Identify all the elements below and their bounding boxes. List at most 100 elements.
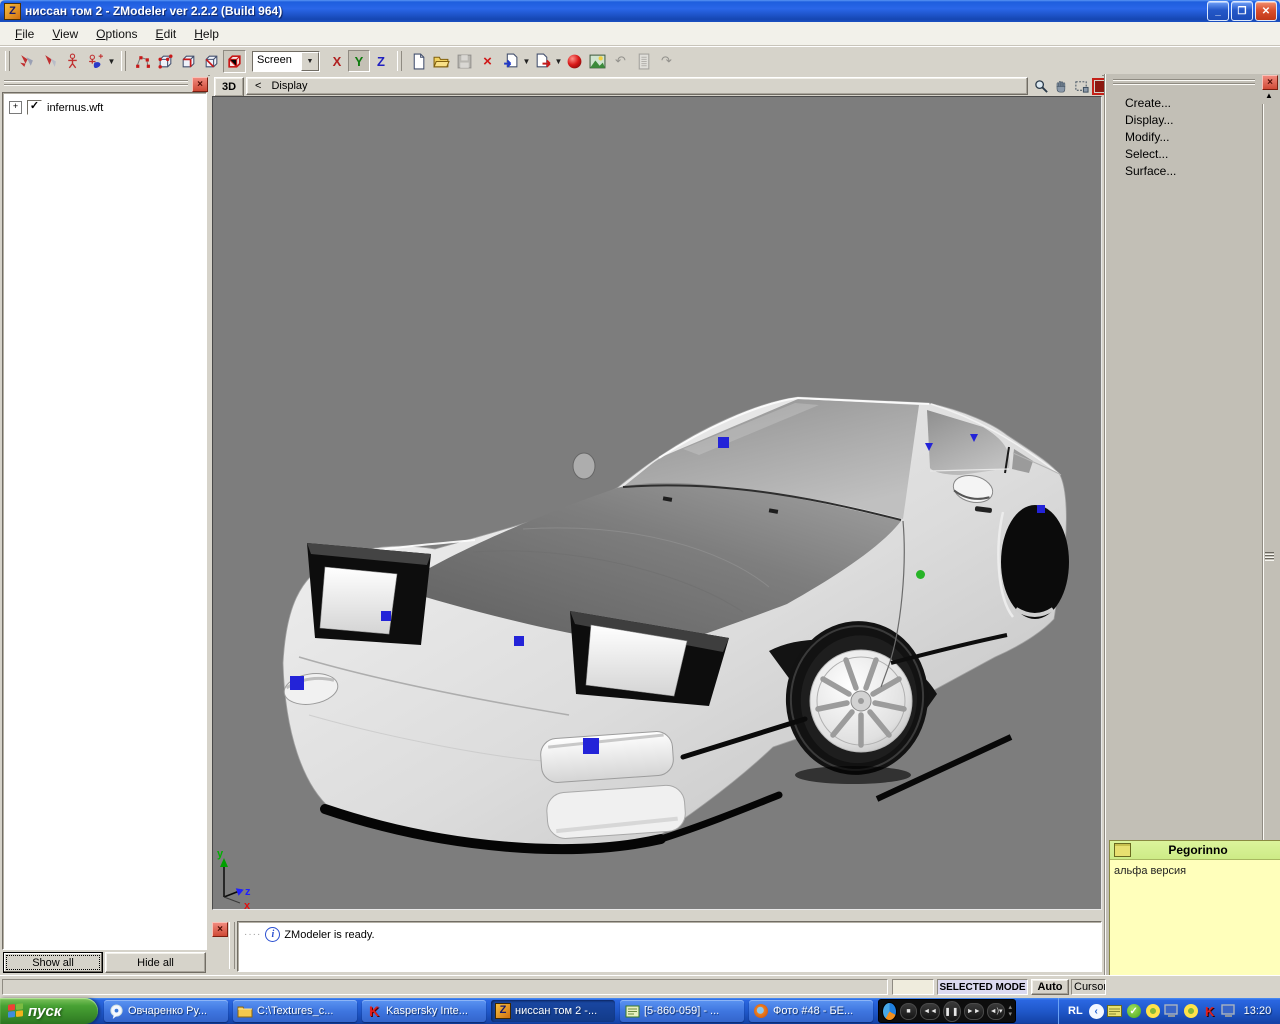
menu-file[interactable]: File <box>6 24 43 44</box>
zoom-region-tool-button[interactable] <box>1072 78 1091 95</box>
import-dropdown-caret[interactable]: ▼ <box>522 57 531 66</box>
scene-selection-marker[interactable] <box>381 611 391 621</box>
close-panel-button[interactable]: × <box>192 77 208 92</box>
panel-drag-grip[interactable] <box>4 80 188 82</box>
screen-selector-combobox[interactable]: Screen ▼ <box>252 50 320 72</box>
cube-polygons-button[interactable] <box>200 50 223 73</box>
toolbar-grip[interactable] <box>121 51 126 71</box>
flower-smiley-icon[interactable] <box>1183 1003 1199 1019</box>
menu-options[interactable]: Options <box>87 24 146 44</box>
viewport-3d-canvas[interactable]: y z x <box>212 96 1102 912</box>
scene-selection-marker[interactable] <box>514 636 524 646</box>
scene-selection-marker[interactable] <box>290 676 304 690</box>
stop-button[interactable]: ■ <box>899 1002 918 1020</box>
restore-button[interactable]: ❐ <box>1231 1 1253 21</box>
axis-y-button[interactable]: Y <box>348 50 370 72</box>
pause-button[interactable]: ❚❚ <box>943 1000 961 1022</box>
select-dropdown-caret[interactable]: ▼ <box>107 57 116 66</box>
deskband-spinner-icon[interactable]: ▴ ▾ <box>1008 1004 1012 1018</box>
taskbar-task-explorer[interactable]: C:\Textures_c... <box>233 1000 357 1022</box>
scene-marker-green-dot[interactable] <box>915 569 925 579</box>
scrollbar-thumb-grip[interactable] <box>1265 552 1274 561</box>
taskbar-task-messenger[interactable]: Овчаренко Ру... <box>104 1000 228 1022</box>
network-computer-icon[interactable] <box>1164 1003 1180 1019</box>
scene-tree[interactable]: + ✓ infernus.wft <box>2 92 207 950</box>
delete-button[interactable]: × <box>476 50 499 73</box>
start-button[interactable]: пуск <box>0 998 98 1024</box>
tray-chevron-icon[interactable]: ‹ <box>1088 1003 1104 1019</box>
previous-button[interactable]: ◄◄ <box>920 1002 941 1020</box>
close-panel-button[interactable]: × <box>1262 75 1278 90</box>
toolbar-grip[interactable] <box>397 51 402 71</box>
scene-selection-marker[interactable] <box>583 738 599 754</box>
menu-item-modify[interactable]: Modify... <box>1111 128 1259 145</box>
scene-selection-marker[interactable] <box>1037 505 1045 513</box>
viewport-display-menu[interactable]: Display <box>271 80 307 92</box>
menu-item-display[interactable]: Display... <box>1111 111 1259 128</box>
title-bar[interactable]: Z ниссан том 2 - ZModeler ver 2.2.2 (Bui… <box>0 0 1280 22</box>
pan-tool-button[interactable] <box>1052 78 1071 95</box>
close-button[interactable]: ✕ <box>1255 1 1277 21</box>
taskbar-task-firefox[interactable]: Фото #48 - БЕ... <box>749 1000 873 1022</box>
open-file-button[interactable] <box>430 50 453 73</box>
tree-visibility-checkbox[interactable]: ✓ <box>27 100 42 115</box>
bones-mode-button[interactable] <box>61 50 84 73</box>
multi-select-arrows-button[interactable] <box>15 50 38 73</box>
tray-clock[interactable]: 13:20 <box>1244 1005 1272 1017</box>
taskbar-task-kaspersky[interactable]: K Kaspersky Inte... <box>362 1000 486 1022</box>
close-message-panel-button[interactable]: × <box>212 922 228 937</box>
shield-check-icon[interactable]: ✓ <box>1126 1003 1142 1019</box>
next-button[interactable]: ►► <box>963 1002 984 1020</box>
toolbar-grip[interactable] <box>5 51 10 71</box>
material-editor-button[interactable] <box>563 50 586 73</box>
import-button[interactable] <box>499 50 522 73</box>
viewport-back-arrow[interactable]: < <box>255 80 261 92</box>
scene-selection-marker[interactable] <box>970 434 978 442</box>
viewport-mode-button[interactable]: 3D <box>214 77 244 97</box>
tree-row-infernus[interactable]: + ✓ infernus.wft <box>3 93 206 115</box>
cube-objects-button[interactable] <box>223 49 246 73</box>
menu-view[interactable]: View <box>43 24 87 44</box>
vertices-mode-button[interactable] <box>131 50 154 73</box>
taskbar-task-cardfile[interactable]: [5-860-059] - ... <box>620 1000 744 1022</box>
hide-all-button[interactable]: Hide all <box>105 952 206 973</box>
cursor-mode-button[interactable]: Cursor <box>1071 979 1106 995</box>
cube-vertices-button[interactable] <box>154 50 177 73</box>
zoom-tool-button[interactable] <box>1032 78 1051 95</box>
show-all-button[interactable]: Show all <box>3 952 103 973</box>
panel-scrollbar[interactable] <box>1262 104 1276 840</box>
minimize-button[interactable]: _ <box>1207 1 1229 21</box>
single-select-arrow-button[interactable] <box>38 50 61 73</box>
menu-help[interactable]: Help <box>185 24 228 44</box>
panel-drag-grip[interactable] <box>1113 79 1255 81</box>
menu-item-select[interactable]: Select... <box>1111 145 1259 162</box>
menu-item-create[interactable]: Create... <box>1111 94 1259 111</box>
notes-card-icon[interactable] <box>1107 1003 1123 1019</box>
new-file-button[interactable] <box>407 50 430 73</box>
panel-drag-grip[interactable] <box>4 84 188 86</box>
combobox-dropdown-icon[interactable]: ▼ <box>301 51 319 71</box>
scene-selection-marker[interactable] <box>717 436 729 448</box>
tree-item-label[interactable]: infernus.wft <box>47 102 103 114</box>
texture-browser-button[interactable] <box>586 50 609 73</box>
volume-button[interactable]: ◄)▾ <box>986 1002 1006 1020</box>
viewport-menu-strip[interactable]: < Display <box>246 77 1028 95</box>
export-dropdown-caret[interactable]: ▼ <box>554 57 563 66</box>
network-computer-icon[interactable] <box>1221 1003 1237 1019</box>
language-indicator[interactable]: RL <box>1065 1003 1086 1019</box>
kaspersky-tray-icon[interactable]: K <box>1202 1003 1218 1019</box>
taskbar-task-zmodeler[interactable]: Z ниссан том 2 -... <box>491 1000 615 1022</box>
axis-x-button[interactable]: X <box>326 50 348 72</box>
message-log-panel[interactable]: ···· i ZModeler is ready. <box>237 921 1102 972</box>
auto-toggle-button[interactable]: Auto <box>1031 979 1069 995</box>
scroll-up-arrow[interactable]: ▲ <box>1262 90 1276 102</box>
flower-smiley-icon[interactable] <box>1145 1003 1161 1019</box>
message-panel-grip[interactable] <box>229 922 235 969</box>
menu-item-surface[interactable]: Surface... <box>1111 162 1259 179</box>
export-button[interactable] <box>531 50 554 73</box>
tree-expand-icon[interactable]: + <box>9 101 22 114</box>
scene-selection-marker[interactable] <box>925 443 933 451</box>
cube-edges-button[interactable] <box>177 50 200 73</box>
panel-drag-grip[interactable] <box>1113 83 1255 85</box>
sticky-note-header[interactable]: Pegorinno <box>1110 841 1280 860</box>
